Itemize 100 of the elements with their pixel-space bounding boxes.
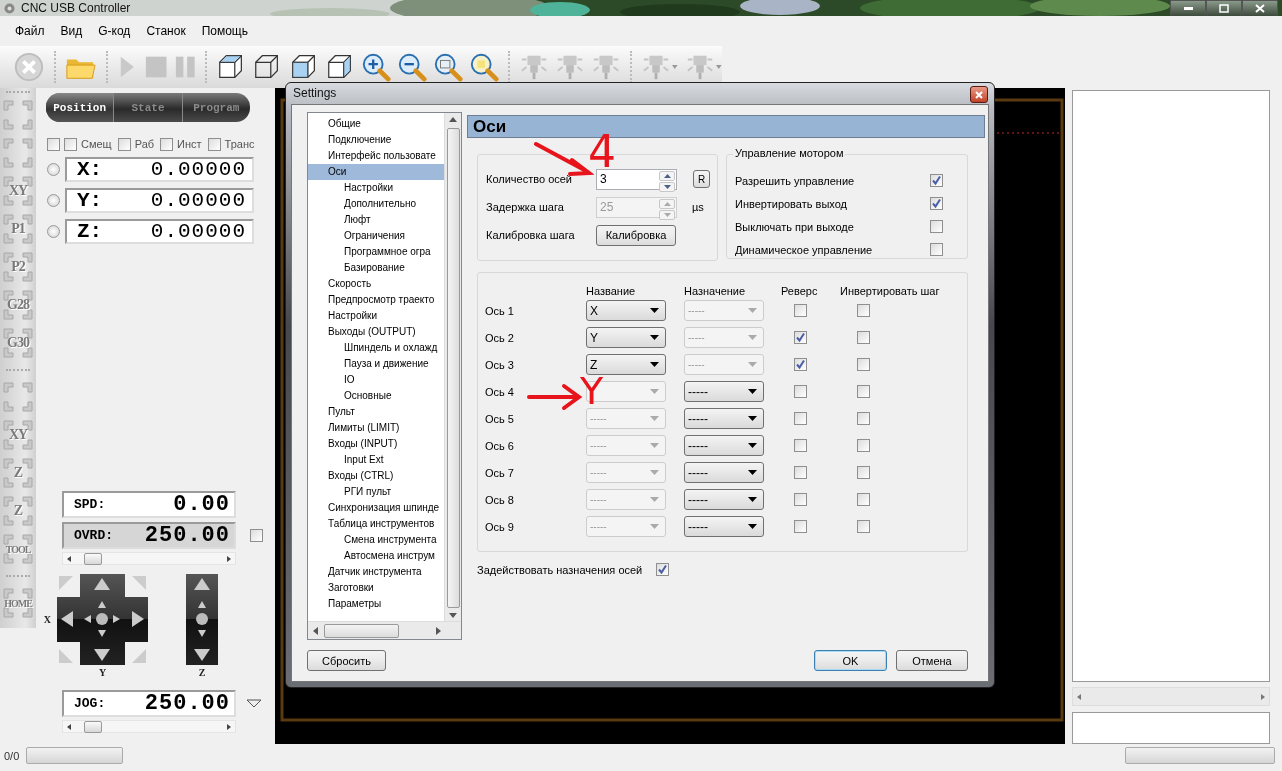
checkbox[interactable] <box>207 137 221 151</box>
checkbox[interactable] <box>250 529 263 542</box>
tree-item[interactable]: Программное огра <box>308 244 446 260</box>
calibration-button[interactable]: Калибровка <box>596 224 676 246</box>
checkbox[interactable] <box>857 331 870 345</box>
jog-pad-drawing[interactable] <box>57 574 148 665</box>
tree-item[interactable]: Интерфейс пользовате <box>308 148 446 164</box>
tree-item[interactable]: Подключение <box>308 132 446 148</box>
cancel-button[interactable]: Отмена <box>896 650 968 671</box>
dropdown[interactable]: ----- <box>684 381 764 402</box>
menu-item[interactable]: Станок <box>138 24 194 38</box>
spin-up-button[interactable] <box>659 170 675 181</box>
menu-item[interactable]: Помощь <box>193 24 256 38</box>
cancel-icon[interactable] <box>13 51 45 83</box>
close-button[interactable] <box>1242 0 1278 16</box>
zoom-in-icon[interactable] <box>360 51 391 83</box>
tree-item[interactable]: Предпросмотр траекто <box>308 292 446 308</box>
tree-item[interactable]: Пауза и движение <box>308 356 446 372</box>
checkbox[interactable] <box>930 243 943 256</box>
menu-item[interactable]: Вид <box>52 24 91 38</box>
reset-button[interactable]: R <box>693 170 710 188</box>
tree-item[interactable]: Input Ext <box>308 452 446 468</box>
tree-item[interactable]: РГИ пульт <box>308 484 446 500</box>
checkbox[interactable] <box>930 220 943 233</box>
tree-item[interactable]: Пульт <box>308 404 446 420</box>
tree-item[interactable]: Люфт <box>308 212 446 228</box>
tab[interactable]: Program <box>182 93 250 122</box>
tree-item[interactable]: Скорость <box>308 276 446 292</box>
radio-button[interactable] <box>47 194 60 207</box>
checkbox[interactable] <box>117 137 131 151</box>
tab[interactable]: State <box>114 93 183 122</box>
tree-item[interactable]: Основные <box>308 388 446 404</box>
tree-item[interactable]: Входы (INPUT) <box>308 436 446 452</box>
checkbox[interactable] <box>857 385 870 399</box>
tree-item[interactable]: Настройки <box>308 308 446 324</box>
dropdown[interactable]: Y <box>586 327 666 348</box>
tree-item[interactable]: Ограничения <box>308 228 446 244</box>
zoom-icon[interactable] <box>432 51 463 83</box>
tree-item[interactable]: Заготовки <box>308 580 446 596</box>
checkbox[interactable] <box>160 137 174 151</box>
checkbox[interactable] <box>794 385 807 399</box>
checkbox[interactable] <box>857 493 870 507</box>
radio-button[interactable] <box>47 163 60 176</box>
tree-item[interactable]: Выходы (OUTPUT) <box>308 324 446 340</box>
tree-item[interactable]: Смена инструмента <box>308 532 446 548</box>
tree-item[interactable]: Датчик инструмента <box>308 564 446 580</box>
tree-item[interactable]: Входы (CTRL) <box>308 468 446 484</box>
checkbox[interactable] <box>794 466 807 480</box>
tree-item[interactable]: Параметры <box>308 596 446 612</box>
dropdown[interactable]: ----- <box>684 489 764 510</box>
checkbox[interactable] <box>794 304 807 318</box>
slider-thumb[interactable] <box>83 553 102 565</box>
checkbox[interactable] <box>656 563 670 576</box>
left-arrow-icon[interactable] <box>313 627 318 635</box>
checkbox[interactable] <box>47 137 60 151</box>
dropdown[interactable]: ----- <box>684 435 764 456</box>
tab[interactable]: Position <box>46 93 115 122</box>
scrollbar[interactable] <box>308 621 461 639</box>
checkbox[interactable] <box>64 137 77 151</box>
dropdown[interactable]: ----- <box>684 408 764 429</box>
maximize-button[interactable] <box>1206 0 1242 16</box>
dropdown[interactable]: ----- <box>684 516 764 537</box>
checkbox[interactable] <box>857 520 870 534</box>
jog-slider[interactable] <box>62 720 236 733</box>
reset-button[interactable]: Сбросить <box>307 650 386 671</box>
checkbox[interactable] <box>857 466 870 480</box>
checkbox[interactable] <box>857 412 870 426</box>
checkbox[interactable] <box>794 439 807 453</box>
slider-thumb[interactable] <box>83 721 102 733</box>
tree-item[interactable]: Общие <box>308 116 446 132</box>
zoom-icon[interactable] <box>468 51 499 83</box>
tree-item[interactable]: Базирование <box>308 260 446 276</box>
tree-item[interactable]: Дополнительно <box>308 196 446 212</box>
tree-item[interactable]: Настройки <box>308 180 446 196</box>
menu-item[interactable]: G-код <box>90 24 139 38</box>
checkbox[interactable] <box>857 358 870 372</box>
checkbox[interactable] <box>794 493 807 507</box>
dropdown[interactable]: X <box>586 300 666 321</box>
checkbox[interactable] <box>794 520 807 534</box>
tree-item[interactable]: IO <box>308 372 446 388</box>
ok-button[interactable]: OK <box>814 650 887 671</box>
scrollbar[interactable] <box>444 113 461 622</box>
zoom-out-icon[interactable] <box>396 51 427 83</box>
up-arrow-icon[interactable] <box>449 117 457 122</box>
tree-item[interactable]: Лимиты (LIMIT) <box>308 420 446 436</box>
tree-item[interactable]: Автосмена инструм <box>308 548 446 564</box>
checkbox[interactable] <box>930 174 943 187</box>
minimize-button[interactable] <box>1170 0 1206 16</box>
down-arrow-icon[interactable] <box>449 613 457 618</box>
checkbox[interactable] <box>794 331 807 345</box>
checkbox[interactable] <box>794 358 807 372</box>
tree-item[interactable]: Шпиндель и охлажд <box>308 340 446 356</box>
checkbox[interactable] <box>857 439 870 453</box>
spin-down-button[interactable] <box>659 181 675 192</box>
radio-button[interactable] <box>47 225 60 238</box>
checkbox[interactable] <box>857 304 870 318</box>
z-jog-drawing[interactable] <box>186 574 218 665</box>
dropdown-icon[interactable] <box>246 698 262 709</box>
tree-item[interactable]: Оси <box>308 164 446 180</box>
override-slider[interactable] <box>62 552 236 565</box>
